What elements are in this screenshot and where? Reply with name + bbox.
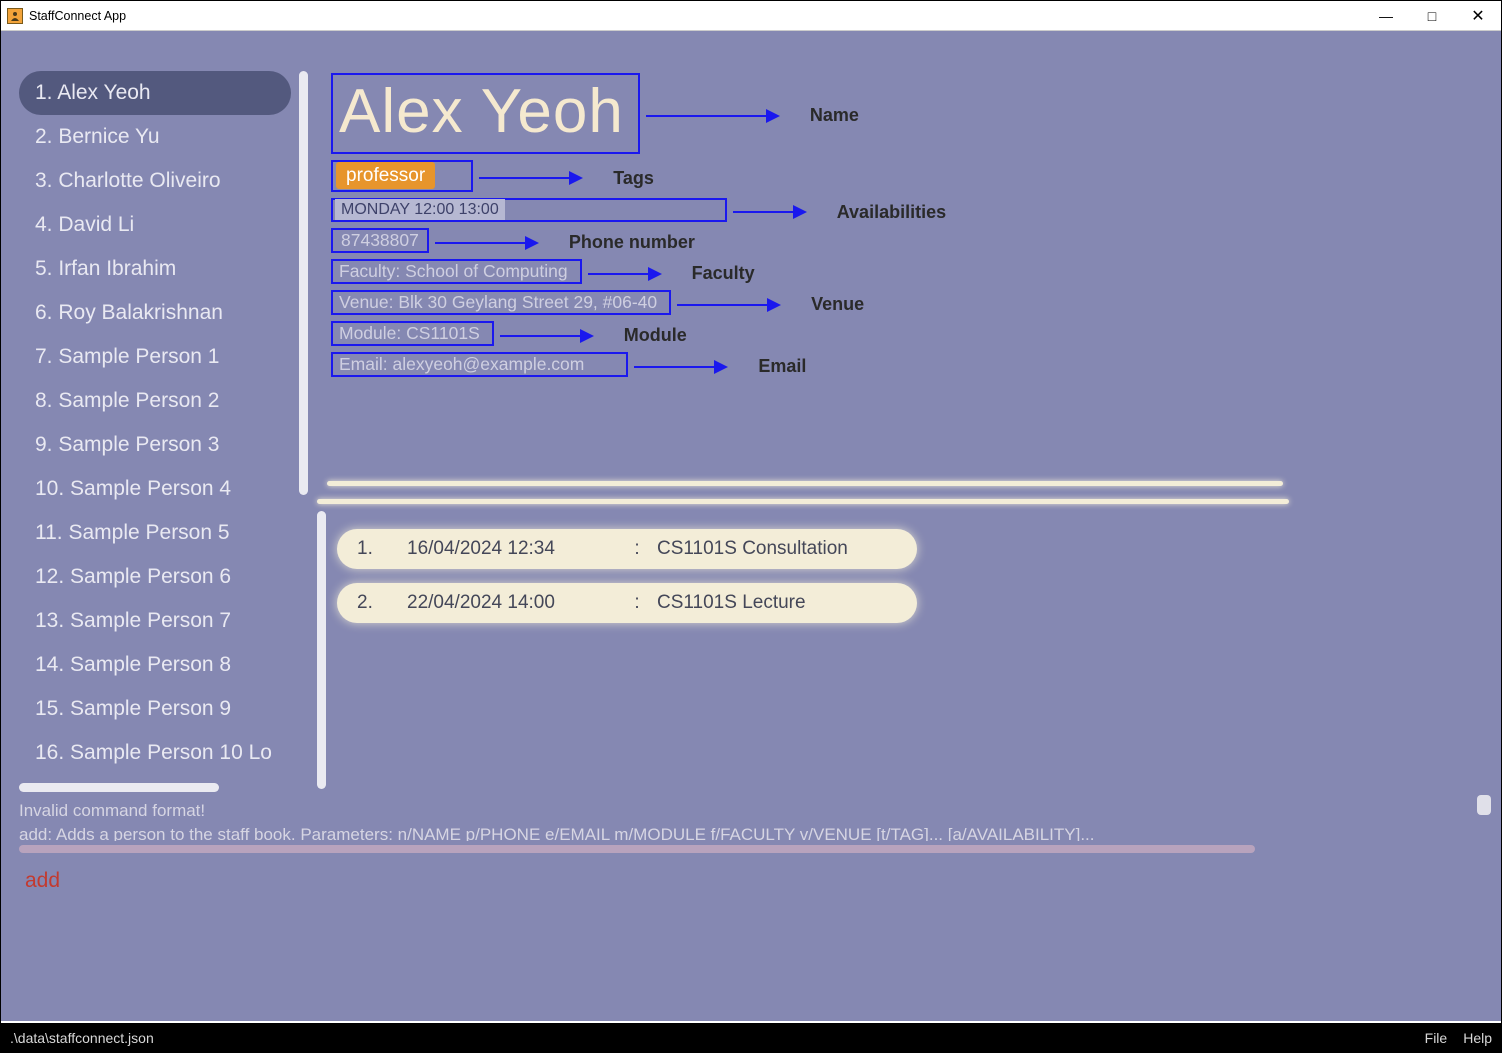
arrow-icon <box>435 236 539 250</box>
event-separator: : <box>617 592 657 614</box>
message-hscrollbar[interactable] <box>19 845 1255 853</box>
divider-line <box>317 499 1289 504</box>
result-message-box: Invalid command format! add: Adds a pers… <box>19 799 1295 841</box>
faculty-box: Faculty: School of Computing <box>331 259 582 284</box>
module-value: Module: CS1101S <box>333 321 486 345</box>
annotation-availabilities: Availabilities <box>837 202 946 223</box>
event-datetime: 16/04/2024 12:34 <box>407 538 617 560</box>
person-list-item[interactable]: 14. Sample Person 8 <box>19 643 291 687</box>
command-input[interactable]: add <box>25 869 60 893</box>
minimize-button[interactable]: — <box>1363 1 1409 30</box>
person-list-item[interactable]: 10. Sample Person 4 <box>19 467 291 511</box>
person-list-item[interactable]: 16. Sample Person 10 Lo <box>19 731 291 775</box>
person-list-item[interactable]: 3. Charlotte Oliveiro <box>19 159 291 203</box>
person-list-item[interactable]: 4. David Li <box>19 203 291 247</box>
person-list-item[interactable]: 11. Sample Person 5 <box>19 511 291 555</box>
phone-box: 87438807 <box>331 228 429 253</box>
email-box: Email: alexyeoh@example.com <box>331 352 628 377</box>
arrow-icon <box>733 205 807 219</box>
event-separator: : <box>617 538 657 560</box>
person-list-item[interactable]: 15. Sample Person 9 <box>19 687 291 731</box>
phone-value: 87438807 <box>335 228 425 252</box>
window-title: StaffConnect App <box>29 9 126 23</box>
arrow-icon <box>588 267 662 281</box>
person-list: 1. Alex Yeoh2. Bernice Yu3. Charlotte Ol… <box>19 71 291 783</box>
close-button[interactable]: ✕ <box>1455 1 1501 30</box>
person-list-item[interactable]: 6. Roy Balakrishnan <box>19 291 291 335</box>
person-list-item[interactable]: 9. Sample Person 3 <box>19 423 291 467</box>
menu-help[interactable]: Help <box>1463 1030 1492 1046</box>
annotation-tags: Tags <box>613 168 654 189</box>
app-body: 1. Alex Yeoh2. Bernice Yu3. Charlotte Ol… <box>1 31 1501 1021</box>
data-file-path: .\data\staffconnect.json <box>10 1030 1409 1046</box>
arrow-icon <box>646 109 780 123</box>
annotation-module: Module <box>624 325 687 346</box>
annotation-name: Name <box>810 105 859 126</box>
person-list-item[interactable]: 1. Alex Yeoh <box>19 71 291 115</box>
annotation-phone: Phone number <box>569 232 695 253</box>
event-index: 1. <box>357 538 407 560</box>
annotation-faculty: Faculty <box>692 263 755 284</box>
person-list-hscrollbar[interactable] <box>19 783 291 793</box>
annotation-email: Email <box>758 356 806 377</box>
app-icon <box>7 8 23 24</box>
tag-professor: professor <box>336 162 435 189</box>
person-list-item[interactable]: 5. Irfan Ibrahim <box>19 247 291 291</box>
person-list-item[interactable]: 12. Sample Person 6 <box>19 555 291 599</box>
module-box: Module: CS1101S <box>331 321 494 346</box>
menu-file[interactable]: File <box>1425 1030 1448 1046</box>
event-item[interactable]: 2.22/04/2024 14:00:CS1101S Lecture <box>337 583 917 623</box>
arrow-icon <box>634 360 728 374</box>
name-box: Alex Yeoh <box>331 73 640 154</box>
tags-box: professor <box>331 160 473 192</box>
annotation-venue: Venue <box>811 294 864 315</box>
status-bar: .\data\staffconnect.json File Help <box>0 1023 1502 1053</box>
message-line-1: Invalid command format! <box>19 799 1295 823</box>
person-detail-panel: Alex Yeoh Name professor Tags MONDAY 12:… <box>331 71 1291 381</box>
window-titlebar: StaffConnect App — □ ✕ <box>1 1 1501 31</box>
person-name: Alex Yeoh <box>333 75 638 152</box>
events-vscrollbar[interactable] <box>317 511 326 789</box>
venue-box: Venue: Blk 30 Geylang Street 29, #06-40 <box>331 290 671 315</box>
event-description: CS1101S Consultation <box>657 538 848 560</box>
message-line-2: add: Adds a person to the staff book. Pa… <box>19 823 1295 841</box>
availability-value: MONDAY 12:00 13:00 <box>335 199 505 220</box>
maximize-button[interactable]: □ <box>1409 1 1455 30</box>
person-list-vscrollbar[interactable] <box>299 71 309 791</box>
events-list: 1.16/04/2024 12:34:CS1101S Consultation2… <box>337 529 917 637</box>
event-datetime: 22/04/2024 14:00 <box>407 592 617 614</box>
faculty-value: Faculty: School of Computing <box>333 259 574 283</box>
arrow-icon <box>500 329 594 343</box>
arrow-icon <box>479 171 583 185</box>
arrow-icon <box>677 298 781 312</box>
availability-box: MONDAY 12:00 13:00 <box>331 198 727 222</box>
person-list-item[interactable]: 7. Sample Person 1 <box>19 335 291 379</box>
event-description: CS1101S Lecture <box>657 592 806 614</box>
person-list-item[interactable]: 2. Bernice Yu <box>19 115 291 159</box>
event-index: 2. <box>357 592 407 614</box>
message-vscrollbar[interactable] <box>1477 795 1491 839</box>
event-item[interactable]: 1.16/04/2024 12:34:CS1101S Consultation <box>337 529 917 569</box>
venue-value: Venue: Blk 30 Geylang Street 29, #06-40 <box>333 290 663 314</box>
person-list-item[interactable]: 13. Sample Person 7 <box>19 599 291 643</box>
person-list-item[interactable]: 8. Sample Person 2 <box>19 379 291 423</box>
email-value: Email: alexyeoh@example.com <box>333 352 590 376</box>
divider-line <box>327 481 1283 486</box>
